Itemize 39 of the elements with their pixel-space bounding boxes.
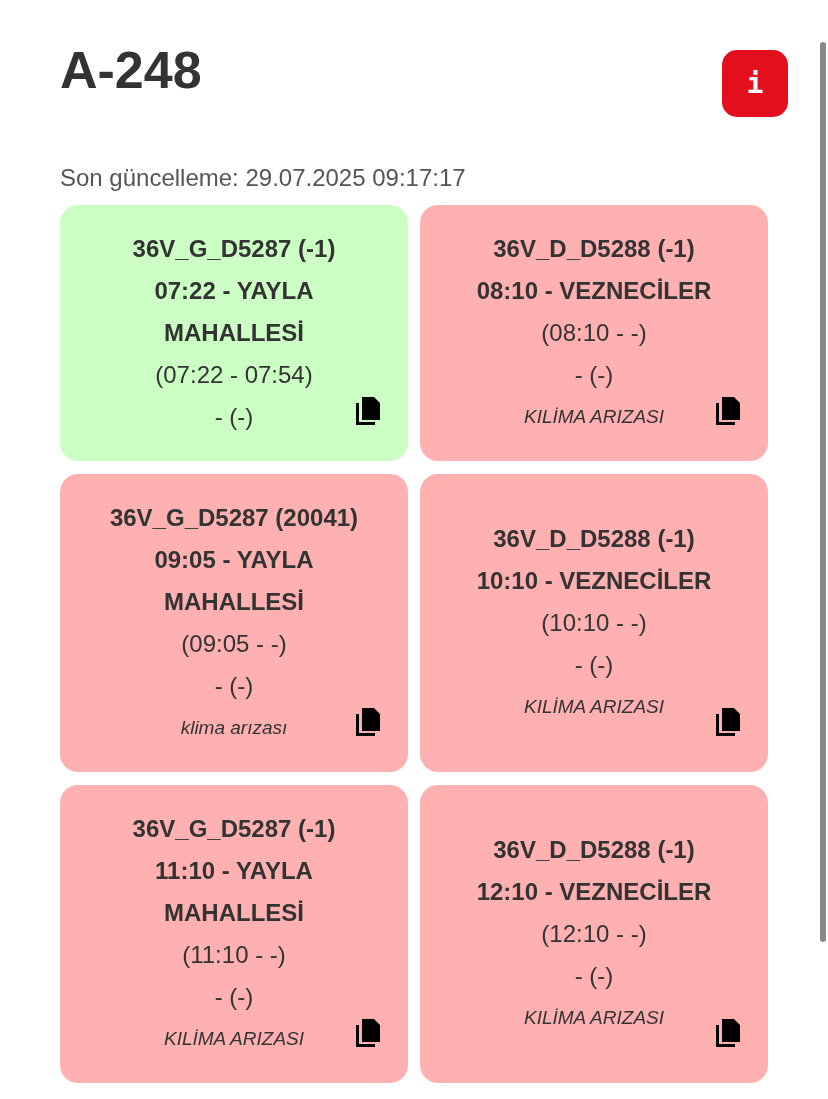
trip-times: (12:10 - -) [541, 919, 647, 949]
page-title: A-248 [60, 40, 202, 101]
trip-detail: - (-) [214, 402, 254, 432]
copy-icon[interactable] [356, 1019, 380, 1047]
trip-code: 36V_D_D5288 (-1) [493, 524, 695, 554]
trip-remark: KILİMA ARIZASI [163, 1027, 305, 1051]
trip-code: 36V_G_D5287 (-1) [132, 234, 336, 264]
trip-code: 36V_D_D5288 (-1) [493, 234, 695, 264]
copy-icon[interactable] [356, 708, 380, 736]
trip-times: (09:05 - -) [181, 629, 287, 659]
scrollbar[interactable] [820, 42, 826, 942]
trip-code: 36V_G_D5287 (20041) [109, 503, 359, 533]
copy-icon[interactable] [716, 397, 740, 425]
departure-route: 11:10 - YAYLA MAHALLESİ [154, 856, 314, 928]
trip-detail: - (-) [214, 982, 254, 1012]
copy-icon[interactable] [716, 1019, 740, 1047]
trip-detail: - (-) [574, 650, 614, 680]
copy-icon[interactable] [356, 397, 380, 425]
copy-icon[interactable] [716, 708, 740, 736]
trip-code: 36V_D_D5288 (-1) [493, 835, 695, 865]
trip-detail: - (-) [574, 961, 614, 991]
trip-times: (11:10 - -) [182, 940, 286, 970]
trip-remark: KILİMA ARIZASI [523, 695, 665, 719]
departure-route: 10:10 - VEZNECİLER [476, 566, 712, 596]
trip-code: 36V_G_D5287 (-1) [132, 814, 336, 844]
trip-remark: klima arızası [180, 716, 288, 740]
trip-times: (10:10 - -) [541, 608, 647, 638]
trip-detail: - (-) [214, 671, 254, 701]
departure-route: 12:10 - VEZNECİLER [476, 877, 712, 907]
trip-detail: - (-) [574, 360, 614, 390]
trip-remark: KILİMA ARIZASI [523, 1006, 665, 1030]
departure-route: 07:22 - YAYLA MAHALLESİ [153, 276, 315, 348]
info-button[interactable]: i [722, 50, 788, 117]
departure-route: 09:05 - YAYLA MAHALLESİ [153, 545, 315, 617]
trip-times: (07:22 - 07:54) [155, 360, 313, 390]
departure-route: 08:10 - VEZNECİLER [476, 276, 712, 306]
trip-remark: KILİMA ARIZASI [523, 405, 665, 429]
last-update-text: Son güncelleme: 29.07.2025 09:17:17 [60, 163, 467, 193]
trip-times: (08:10 - -) [541, 318, 647, 348]
